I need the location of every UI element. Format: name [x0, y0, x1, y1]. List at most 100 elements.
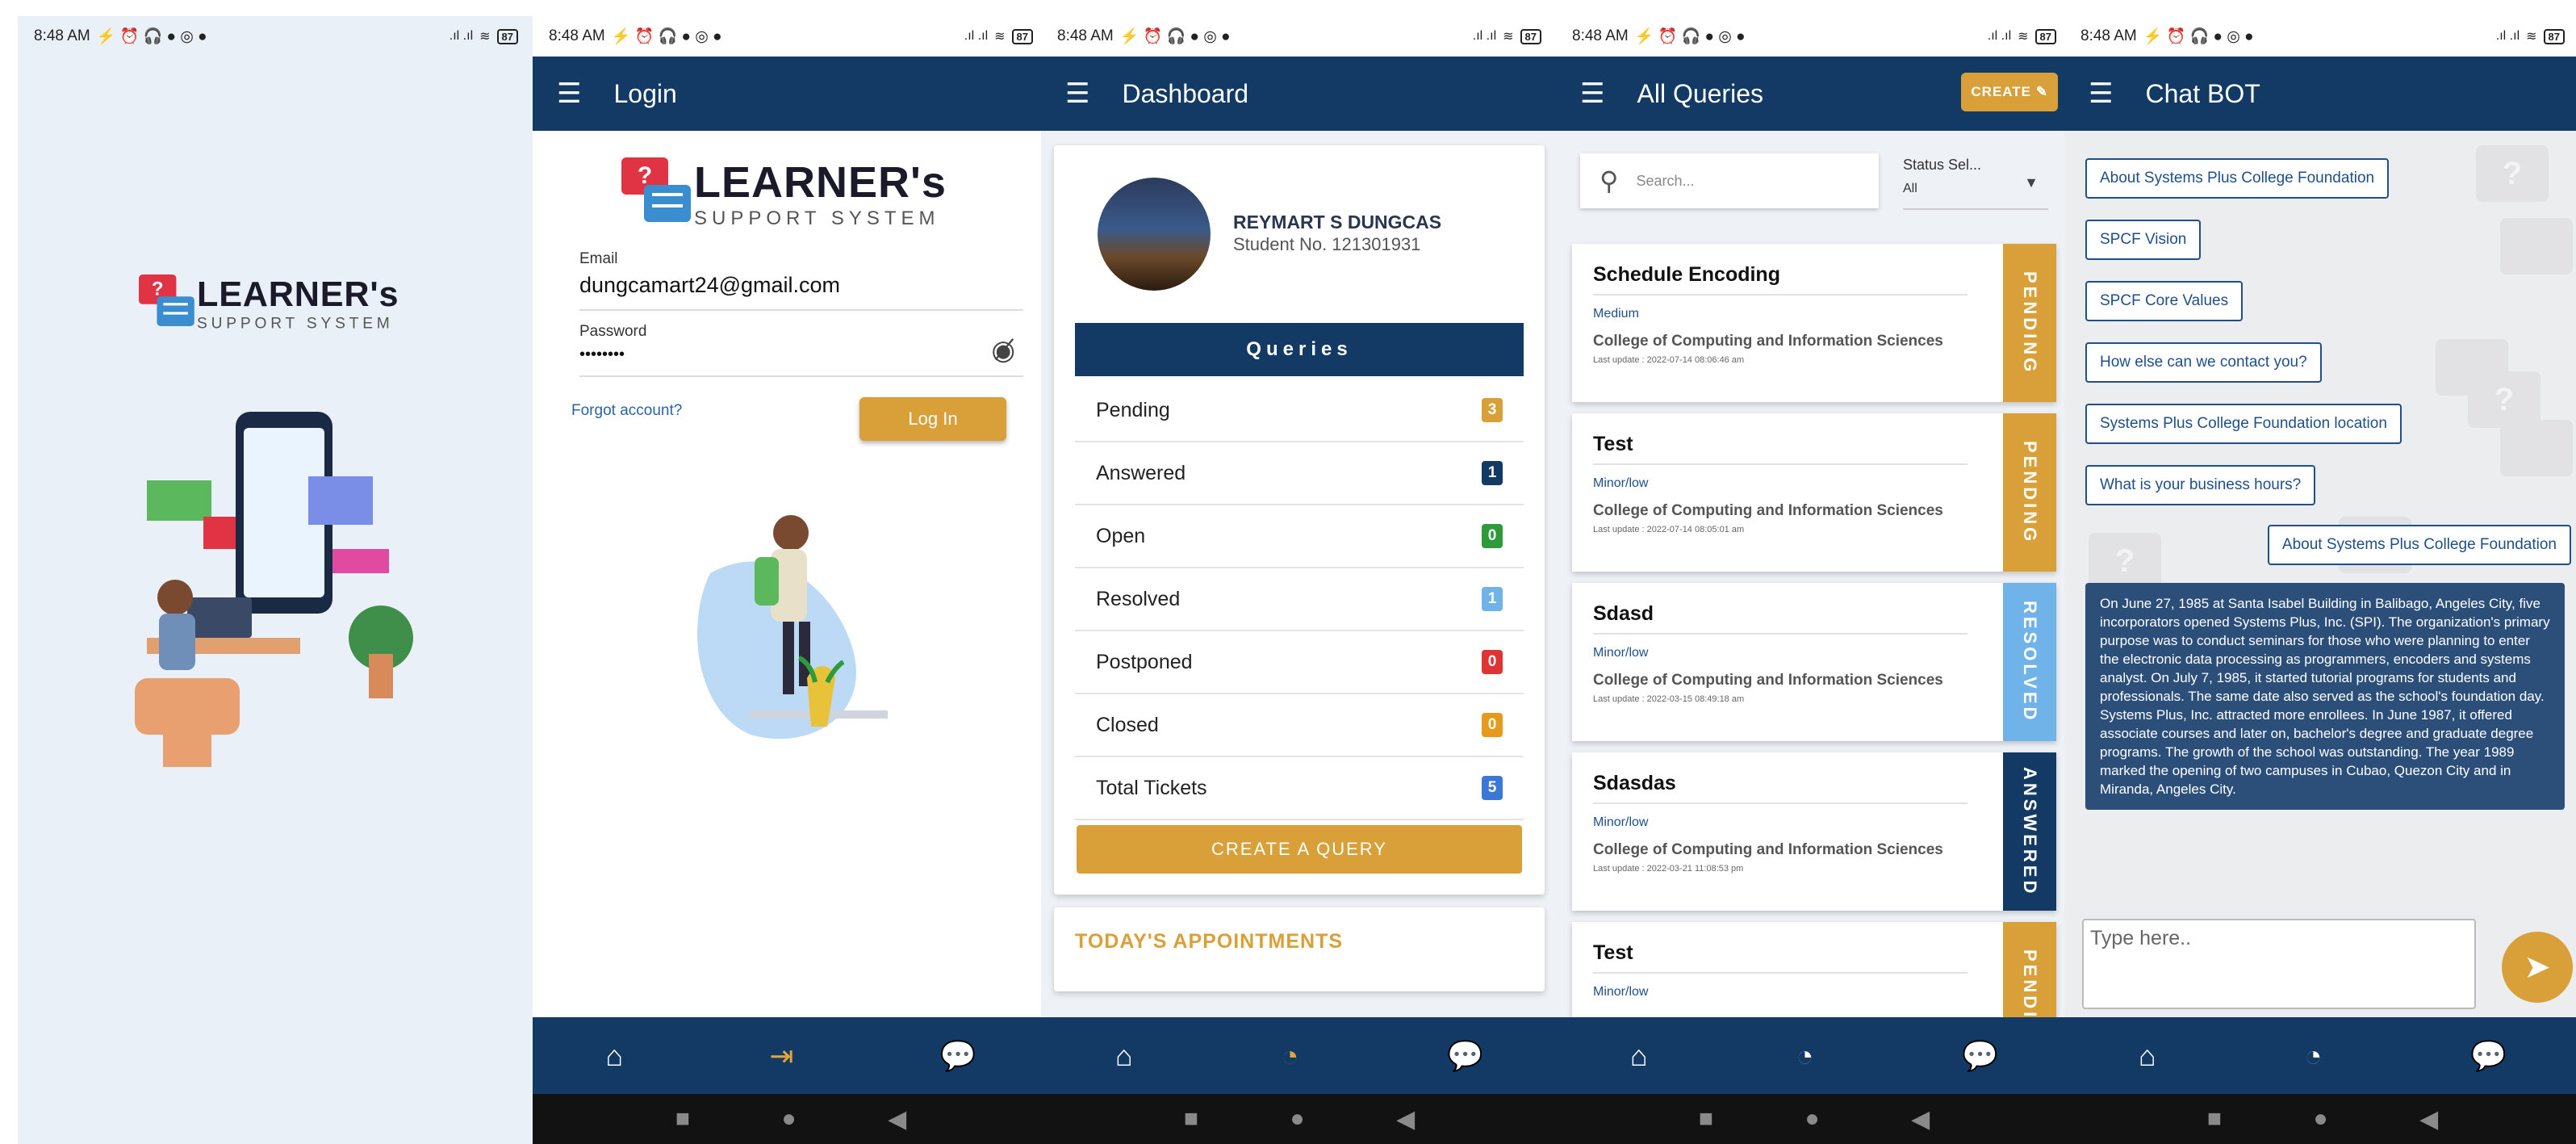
- query-row-pending[interactable]: Pending 3: [1075, 379, 1524, 442]
- query-row-postponed[interactable]: Postponed 0: [1075, 631, 1524, 694]
- eye-off-icon[interactable]: ◉̸: [991, 334, 1015, 367]
- status-bar: 8:48 AM ⚡ ⏰ 🎧 ● ◎ ● .ıl .ıl ≋ 87: [2064, 16, 2576, 57]
- recent-apps-icon[interactable]: ■: [1184, 1105, 1198, 1133]
- suggestion-chip[interactable]: SPCF Vision: [2085, 220, 2202, 260]
- login-button[interactable]: Log In: [859, 397, 1006, 441]
- battery-icon: 87: [496, 28, 518, 44]
- home-icon[interactable]: ⌂: [1630, 1039, 1648, 1073]
- password-field[interactable]: Password •••••••• ◉̸: [579, 323, 1023, 377]
- back-icon[interactable]: ◀: [2419, 1105, 2438, 1134]
- menu-icon[interactable]: ☰: [2089, 78, 2113, 110]
- back-icon[interactable]: ◀: [888, 1105, 906, 1134]
- home-circle-icon[interactable]: ●: [1290, 1105, 1304, 1133]
- wifi-icon: ≋: [2526, 30, 2537, 44]
- ticket-card[interactable]: Test Minor/low College of Computing and …: [1572, 413, 2056, 572]
- status-select[interactable]: Status Sel... All ▼: [1903, 153, 2048, 210]
- chat-icon[interactable]: 💬: [1962, 1039, 1998, 1073]
- recent-apps-icon[interactable]: ■: [1699, 1105, 1713, 1133]
- password-input[interactable]: ••••••••: [579, 346, 1023, 364]
- ticket-title: Test: [1593, 433, 1633, 455]
- page-title: Chat BOT: [2145, 78, 2260, 108]
- bottom-nav: ⌂ ◔ 💬: [2064, 1017, 2576, 1094]
- suggestion-chip[interactable]: SPCF Core Values: [2085, 281, 2244, 321]
- chat-icon[interactable]: 💬: [1447, 1039, 1483, 1073]
- message-input[interactable]: Type here..: [2082, 919, 2476, 1009]
- chat-icon[interactable]: 💬: [940, 1039, 976, 1073]
- query-row-closed[interactable]: Closed 0: [1075, 694, 1524, 757]
- signal-icon: .ıl .ıl: [449, 29, 474, 43]
- wifi-icon: ≋: [479, 30, 491, 44]
- query-row-open[interactable]: Open 0: [1075, 505, 1524, 568]
- wifi-icon: ≋: [994, 30, 1006, 44]
- home-icon[interactable]: ⌂: [1115, 1039, 1133, 1073]
- email-field[interactable]: Email dungcamart24@gmail.com: [579, 250, 1023, 311]
- system-nav: ■ ● ◀: [1041, 1094, 1558, 1144]
- status-badge: RESOLVED: [2003, 583, 2056, 741]
- status-time: 8:48 AM: [549, 27, 605, 44]
- create-label: CREATE: [1971, 84, 2032, 99]
- status-bar: 8:48 AM ⚡ ⏰ 🎧 ● ◎ ● .ıl .ıl ≋ 87: [533, 16, 1049, 57]
- query-row-answered[interactable]: Answered 1: [1075, 442, 1524, 505]
- suggestion-chip[interactable]: What is your business hours?: [2085, 465, 2316, 505]
- status-icons: ⚡ ⏰ 🎧 ● ◎ ●: [1634, 28, 1746, 45]
- ticket-card[interactable]: Sdasdas Minor/low College of Computing a…: [1572, 752, 2056, 911]
- create-query-button[interactable]: CREATE A QUERY: [1077, 825, 1522, 874]
- signal-icon: .ıl .ıl: [1987, 29, 2012, 43]
- status-icons: ⚡ ⏰ 🎧 ● ◎ ●: [96, 28, 207, 45]
- home-icon[interactable]: ⌂: [606, 1039, 624, 1073]
- home-circle-icon[interactable]: ●: [2313, 1105, 2327, 1133]
- ticket-card[interactable]: Schedule Encoding Medium College of Comp…: [1572, 244, 2056, 402]
- search-input[interactable]: Search...: [1636, 173, 1694, 190]
- ticket-priority: Minor/low: [1593, 476, 1649, 490]
- count-badge: 5: [1482, 776, 1503, 800]
- page-title: Login: [613, 78, 677, 108]
- forgot-account-link[interactable]: Forgot account?: [571, 402, 682, 420]
- system-nav: ■ ● ◀: [1556, 1094, 2072, 1144]
- create-button[interactable]: CREATE ✎: [1961, 73, 2058, 111]
- recent-apps-icon[interactable]: ■: [675, 1105, 690, 1133]
- count-badge: 0: [1482, 713, 1503, 737]
- bottom-nav: ⌂ ◔ 💬: [1556, 1017, 2072, 1094]
- home-circle-icon[interactable]: ●: [781, 1105, 796, 1133]
- home-icon[interactable]: ⌂: [2139, 1039, 2156, 1073]
- ticket-title: Sdasd: [1593, 602, 1654, 625]
- dashboard-icon[interactable]: ◔: [2305, 1039, 2323, 1073]
- dashboard-icon[interactable]: ◔: [1796, 1039, 1814, 1073]
- status-icons: ⚡ ⏰ 🎧 ● ◎ ●: [611, 28, 722, 45]
- email-label: Email: [579, 250, 618, 267]
- menu-icon[interactable]: ☰: [557, 78, 581, 110]
- status-badge: PENDING: [2003, 244, 2056, 402]
- status-icons: ⚡ ⏰ 🎧 ● ◎ ●: [2143, 28, 2254, 45]
- dashboard-icon[interactable]: ◔: [1282, 1039, 1299, 1073]
- system-nav: ■ ● ◀: [2064, 1094, 2576, 1144]
- suggestion-chip[interactable]: About Systems Plus College Foundation: [2085, 158, 2390, 199]
- ticket-card[interactable]: Sdasd Minor/low College of Computing and…: [1572, 583, 2056, 741]
- menu-icon[interactable]: ☰: [1065, 78, 1089, 110]
- signal-icon: .ıl .ıl: [1472, 29, 1497, 43]
- status-time: 8:48 AM: [1572, 27, 1629, 44]
- queries-screen: 8:48 AM ⚡ ⏰ 🎧 ● ◎ ● .ıl .ıl ≋ 87 ☰ All Quer…: [1556, 16, 2072, 1144]
- ticket-college: College of Computing and Information Sci…: [1593, 502, 1943, 519]
- home-circle-icon[interactable]: ●: [1804, 1105, 1819, 1133]
- suggestion-chip[interactable]: How else can we contact you?: [2085, 342, 2322, 383]
- email-input[interactable]: dungcamart24@gmail.com: [579, 273, 1023, 298]
- back-icon[interactable]: ◀: [1911, 1105, 1930, 1134]
- search-box[interactable]: ⚲ Search...: [1580, 153, 1879, 208]
- back-icon[interactable]: ◀: [1396, 1105, 1415, 1134]
- send-button[interactable]: ➤: [2502, 932, 2573, 1003]
- suggestion-chip[interactable]: Systems Plus College Foundation location: [2085, 404, 2402, 444]
- ticket-priority: Minor/low: [1593, 985, 1649, 999]
- query-row-resolved[interactable]: Resolved 1: [1075, 568, 1524, 631]
- ticket-title: Schedule Encoding: [1593, 263, 1780, 286]
- message-placeholder: Type here..: [2090, 927, 2192, 949]
- query-label: Open: [1096, 524, 1146, 547]
- chat-icon[interactable]: 💬: [2470, 1039, 2507, 1073]
- recent-apps-icon[interactable]: ■: [2207, 1105, 2222, 1133]
- signal-icon: .ıl .ıl: [2495, 29, 2520, 43]
- menu-icon[interactable]: ☰: [1580, 78, 1604, 110]
- ticket-college: College of Computing and Information Sci…: [1593, 841, 1943, 858]
- status-badge: PENDING: [2003, 413, 2056, 572]
- query-row-total[interactable]: Total Tickets 5: [1075, 757, 1524, 820]
- login-icon[interactable]: ⇥: [769, 1039, 793, 1073]
- status-icons: ⚡ ⏰ 🎧 ● ◎ ●: [1119, 28, 1231, 45]
